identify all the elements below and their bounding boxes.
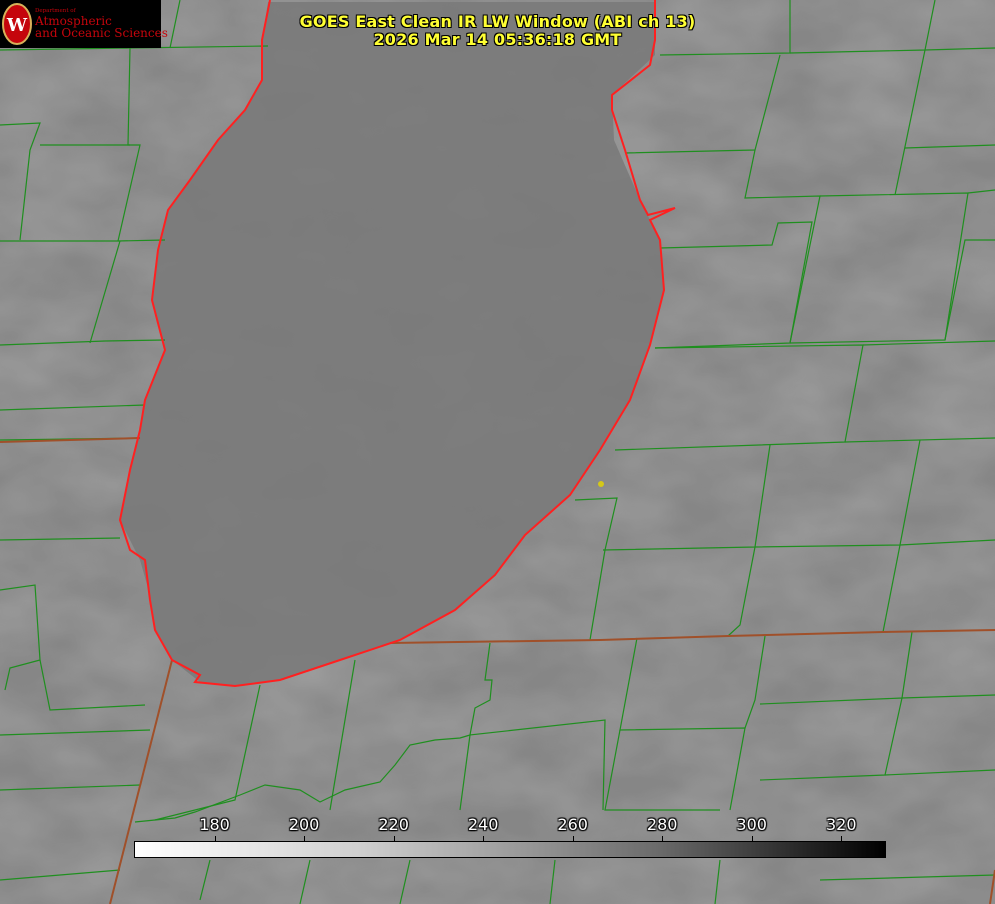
satellite-map: [0, 0, 995, 904]
uw-crest-icon: W: [2, 3, 32, 45]
uw-aos-logo: W Department of Atmospheric and Oceanic …: [0, 0, 168, 48]
image-title: GOES East Clean IR LW Window (ABI ch 13): [299, 12, 696, 31]
satellite-image-viewport: W Department of Atmospheric and Oceanic …: [0, 0, 995, 904]
colorbar-tick-mark: [572, 836, 574, 842]
colorbar-tick-mark: [662, 836, 664, 842]
crest-letter: W: [6, 15, 28, 36]
colorbar-tick-label: 220: [378, 815, 409, 834]
colorbar-tick-label: 280: [646, 815, 678, 834]
colorbar-tick-label: 320: [825, 815, 857, 834]
colorbar-tick-label: 240: [467, 815, 499, 834]
colorbar-tick-mark: [393, 836, 395, 842]
colorbar-tick-mark: [751, 836, 753, 842]
colorbar-tick-mark: [483, 836, 485, 842]
colorbar-tick-mark: [214, 836, 216, 842]
temperature-colorbar: [134, 841, 886, 858]
colorbar-tick-mark: [304, 836, 306, 842]
colorbar-tick-mark: [841, 836, 843, 842]
station-marker: [598, 481, 604, 487]
colorbar-tick-label: 300: [736, 815, 767, 834]
colorbar-tick-label: 260: [557, 815, 588, 834]
colorbar-tick-label: 200: [288, 815, 320, 834]
colorbar-tick-label: 180: [199, 815, 230, 834]
logo-line-2: and Oceanic Sciences: [35, 26, 168, 40]
image-timestamp: 2026 Mar 14 05:36:18 GMT: [373, 30, 622, 49]
